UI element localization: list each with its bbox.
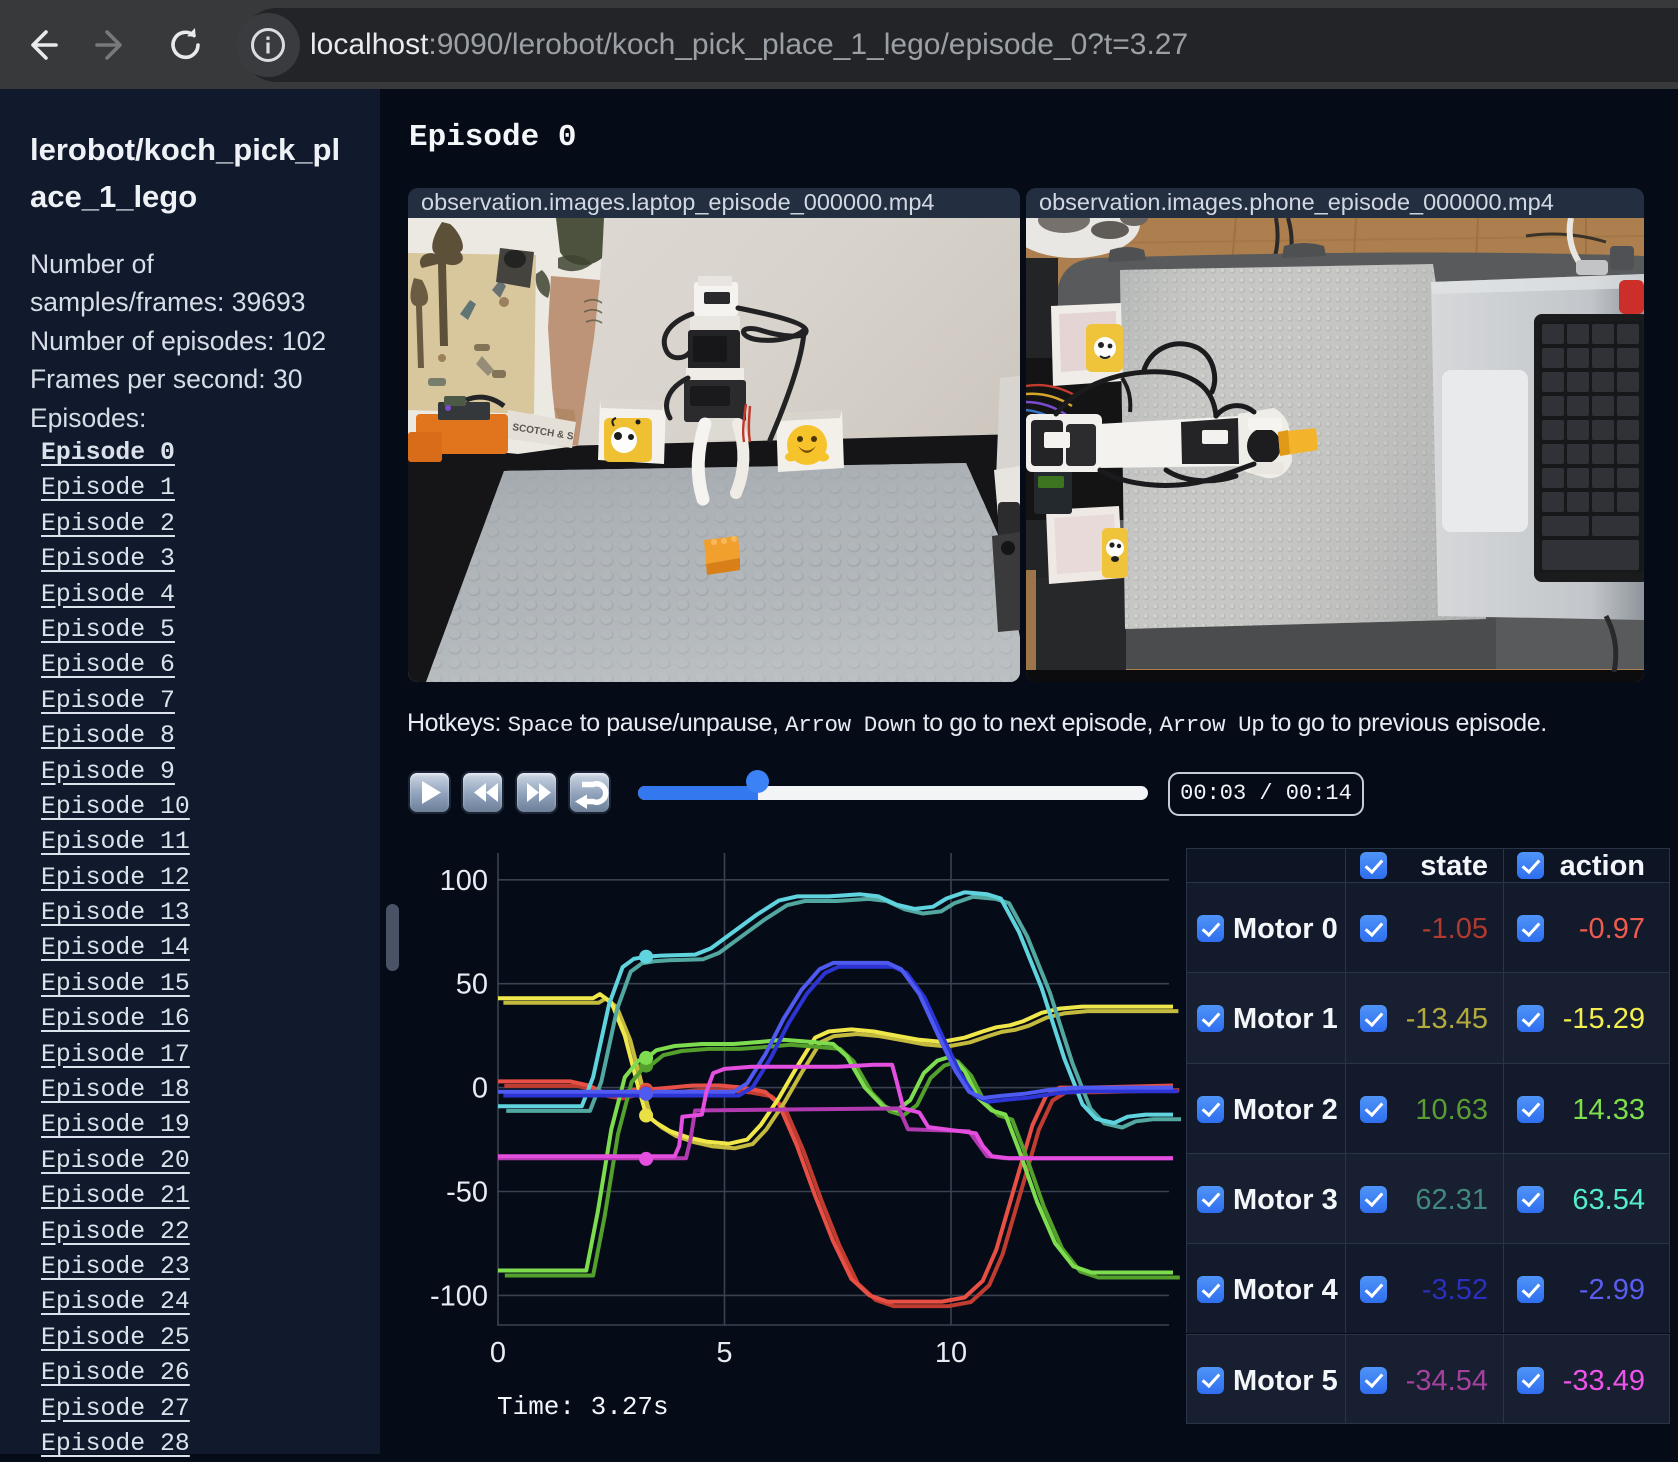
svg-text:Time: 3.27s: Time: 3.27s <box>497 1392 669 1422</box>
svg-text:50: 50 <box>456 969 488 1001</box>
svg-text:0: 0 <box>490 1337 506 1369</box>
svg-text:100: 100 <box>440 865 488 897</box>
svg-text:5: 5 <box>716 1337 732 1369</box>
svg-text:10: 10 <box>935 1337 967 1369</box>
svg-text:-100: -100 <box>430 1280 488 1312</box>
svg-text:0: 0 <box>472 1073 488 1105</box>
svg-text:-50: -50 <box>446 1177 488 1209</box>
